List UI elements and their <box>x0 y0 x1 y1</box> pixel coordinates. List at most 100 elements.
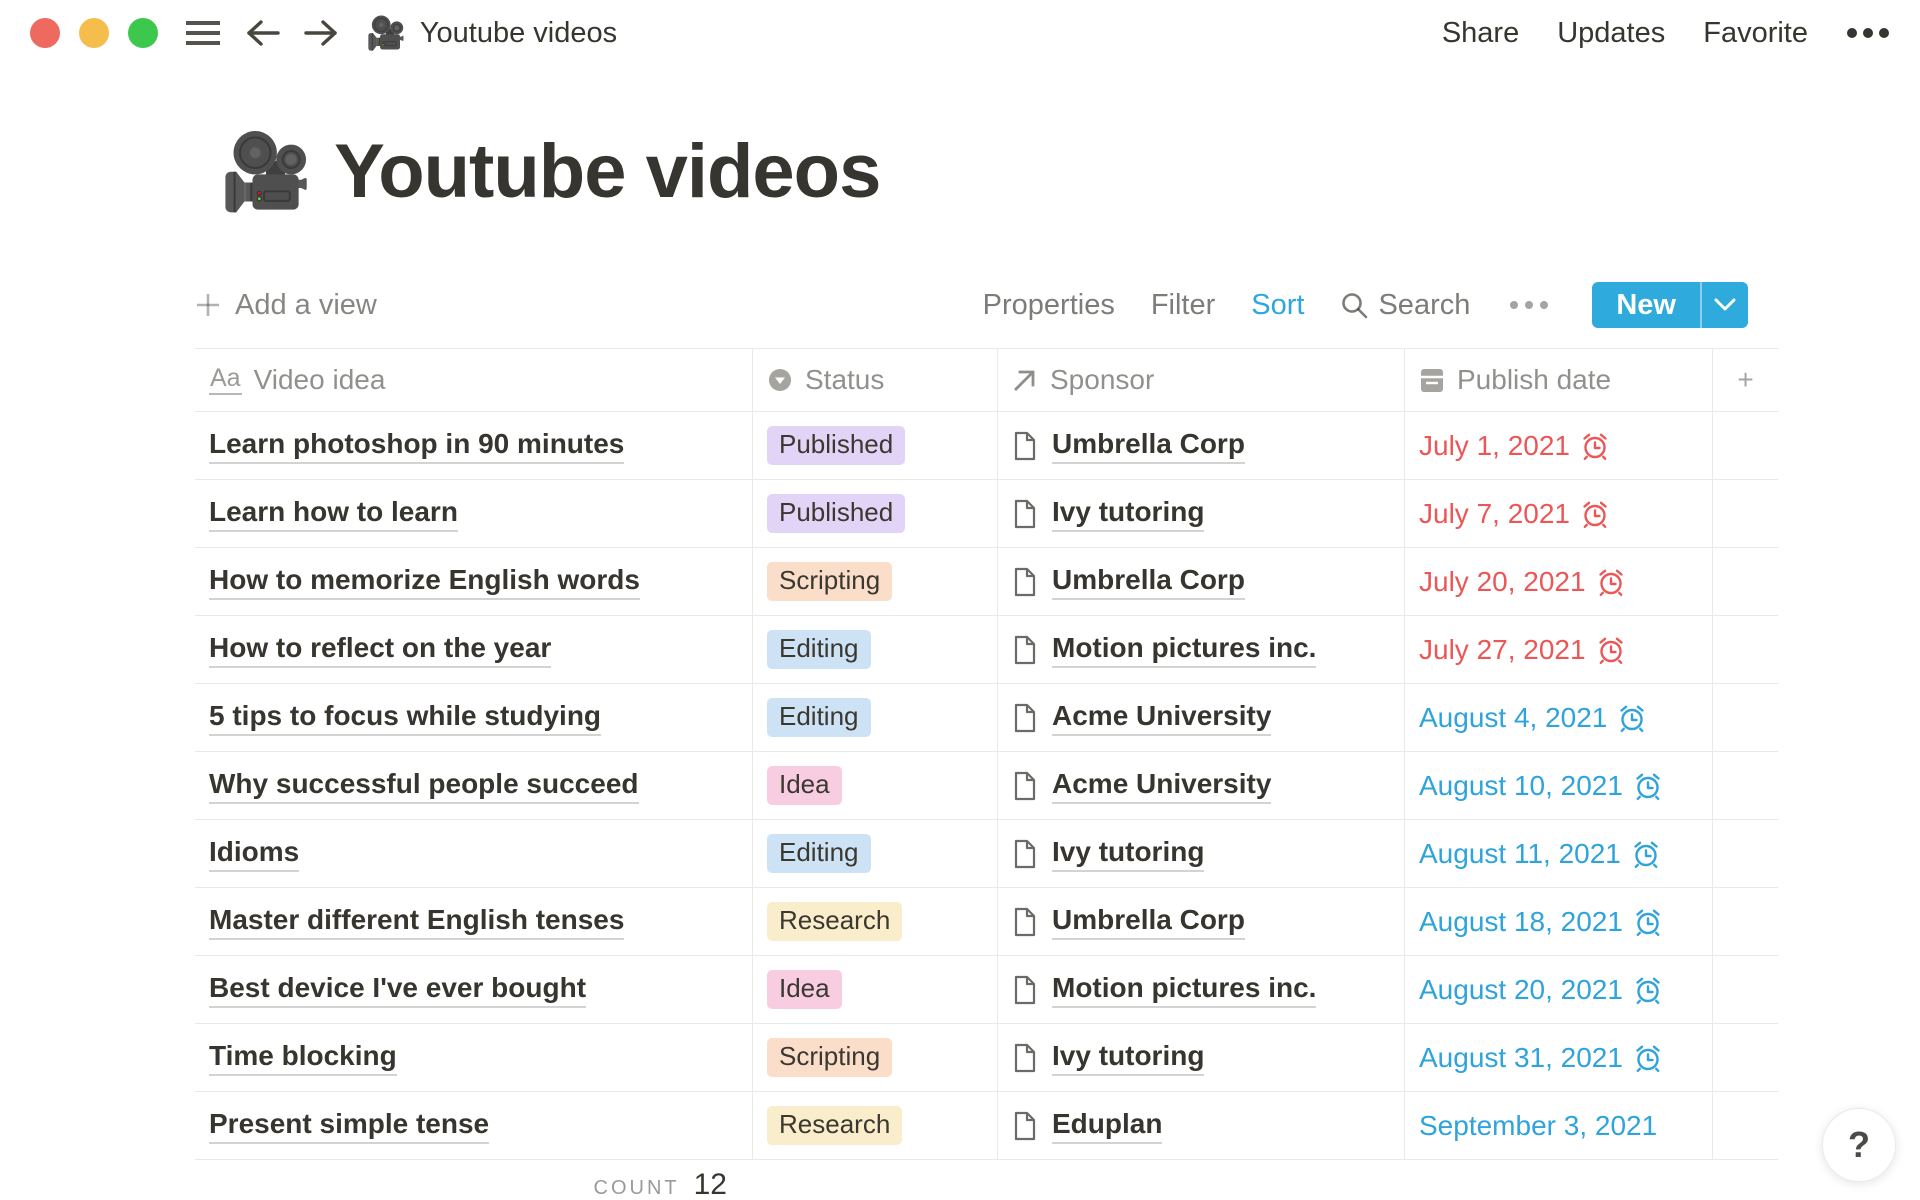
publish-date-cell[interactable]: July 7, 2021 <box>1405 480 1713 547</box>
sponsor-link[interactable]: Ivy tutoring <box>1052 836 1204 872</box>
sponsor-cell[interactable]: Ivy tutoring <box>998 1024 1405 1091</box>
sponsor-link[interactable]: Umbrella Corp <box>1052 904 1245 940</box>
status-cell[interactable]: Research <box>753 1092 998 1159</box>
forward-arrow-icon[interactable] <box>304 19 338 47</box>
status-cell[interactable]: Scripting <box>753 548 998 615</box>
empty-cell[interactable] <box>1713 888 1778 955</box>
status-cell[interactable]: Editing <box>753 684 998 751</box>
column-header-sponsor[interactable]: Sponsor <box>998 349 1405 411</box>
filter-button[interactable]: Filter <box>1151 289 1215 322</box>
video-idea-cell[interactable]: Best device I've ever bought <box>195 956 753 1023</box>
empty-cell[interactable] <box>1713 616 1778 683</box>
status-badge[interactable]: Scripting <box>767 562 892 601</box>
new-button-label[interactable]: New <box>1592 282 1700 328</box>
sponsor-cell[interactable]: Motion pictures inc. <box>998 616 1405 683</box>
more-options-icon[interactable] <box>1846 27 1890 39</box>
status-badge[interactable]: Scripting <box>767 1038 892 1077</box>
sponsor-cell[interactable]: Ivy tutoring <box>998 820 1405 887</box>
video-idea-title[interactable]: Learn how to learn <box>209 496 458 532</box>
publish-date-cell[interactable]: August 4, 2021 <box>1405 684 1713 751</box>
video-idea-cell[interactable]: Time blocking <box>195 1024 753 1091</box>
video-idea-cell[interactable]: Learn how to learn <box>195 480 753 547</box>
sidebar-menu-icon[interactable] <box>184 18 222 48</box>
empty-cell[interactable] <box>1713 752 1778 819</box>
empty-cell[interactable] <box>1713 480 1778 547</box>
sponsor-cell[interactable]: Umbrella Corp <box>998 888 1405 955</box>
video-idea-title[interactable]: 5 tips to focus while studying <box>209 700 601 736</box>
empty-cell[interactable] <box>1713 548 1778 615</box>
video-idea-cell[interactable]: Idioms <box>195 820 753 887</box>
close-window-button[interactable] <box>30 18 60 48</box>
sponsor-link[interactable]: Ivy tutoring <box>1052 496 1204 532</box>
sponsor-cell[interactable]: Motion pictures inc. <box>998 956 1405 1023</box>
video-idea-title[interactable]: Idioms <box>209 836 299 872</box>
publish-date-cell[interactable]: July 1, 2021 <box>1405 412 1713 479</box>
video-idea-title[interactable]: How to reflect on the year <box>209 632 551 668</box>
search-button[interactable]: Search <box>1340 289 1470 322</box>
status-badge[interactable]: Research <box>767 1106 902 1145</box>
video-idea-cell[interactable]: Present simple tense <box>195 1092 753 1159</box>
status-cell[interactable]: Editing <box>753 820 998 887</box>
empty-cell[interactable] <box>1713 684 1778 751</box>
video-idea-cell[interactable]: Master different English tenses <box>195 888 753 955</box>
add-column-button[interactable]: + <box>1713 349 1778 411</box>
sort-button[interactable]: Sort <box>1251 289 1304 322</box>
column-header-status[interactable]: Status <box>753 349 998 411</box>
page-icon-emoji[interactable]: 🎥 <box>220 135 312 209</box>
video-idea-title[interactable]: Best device I've ever bought <box>209 972 586 1008</box>
sponsor-link[interactable]: Umbrella Corp <box>1052 564 1245 600</box>
updates-button[interactable]: Updates <box>1557 17 1665 50</box>
sponsor-link[interactable]: Motion pictures inc. <box>1052 972 1316 1008</box>
status-cell[interactable]: Idea <box>753 956 998 1023</box>
publish-date-cell[interactable]: July 20, 2021 <box>1405 548 1713 615</box>
publish-date-cell[interactable]: August 18, 2021 <box>1405 888 1713 955</box>
status-badge[interactable]: Editing <box>767 698 871 737</box>
back-arrow-icon[interactable] <box>246 19 280 47</box>
share-button[interactable]: Share <box>1442 17 1519 50</box>
status-badge[interactable]: Editing <box>767 834 871 873</box>
empty-cell[interactable] <box>1713 1092 1778 1159</box>
add-view-button[interactable]: Add a view <box>195 289 377 322</box>
video-idea-cell[interactable]: Why successful people succeed <box>195 752 753 819</box>
status-cell[interactable]: Scripting <box>753 1024 998 1091</box>
status-badge[interactable]: Editing <box>767 630 871 669</box>
video-idea-title[interactable]: How to memorize English words <box>209 564 640 600</box>
publish-date-cell[interactable]: September 3, 2021 <box>1405 1092 1713 1159</box>
sponsor-link[interactable]: Motion pictures inc. <box>1052 632 1316 668</box>
sponsor-cell[interactable]: Ivy tutoring <box>998 480 1405 547</box>
status-cell[interactable]: Published <box>753 480 998 547</box>
status-cell[interactable]: Published <box>753 412 998 479</box>
status-badge[interactable]: Published <box>767 494 905 533</box>
status-badge[interactable]: Published <box>767 426 905 465</box>
status-badge[interactable]: Idea <box>767 970 842 1009</box>
video-idea-cell[interactable]: How to reflect on the year <box>195 616 753 683</box>
publish-date-cell[interactable]: August 11, 2021 <box>1405 820 1713 887</box>
chevron-down-icon[interactable] <box>1702 282 1748 328</box>
video-idea-cell[interactable]: 5 tips to focus while studying <box>195 684 753 751</box>
video-idea-title[interactable]: Why successful people succeed <box>209 768 639 804</box>
empty-cell[interactable] <box>1713 956 1778 1023</box>
sponsor-link[interactable]: Acme University <box>1052 768 1271 804</box>
column-header-publish-date[interactable]: Publish date <box>1405 349 1713 411</box>
publish-date-cell[interactable]: August 10, 2021 <box>1405 752 1713 819</box>
sponsor-link[interactable]: Eduplan <box>1052 1108 1162 1144</box>
view-more-options-icon[interactable] <box>1506 301 1552 309</box>
help-button[interactable]: ? <box>1822 1108 1896 1182</box>
status-badge[interactable]: Research <box>767 902 902 941</box>
empty-cell[interactable] <box>1713 412 1778 479</box>
zoom-window-button[interactable] <box>128 18 158 48</box>
video-idea-title[interactable]: Present simple tense <box>209 1108 489 1144</box>
empty-cell[interactable] <box>1713 820 1778 887</box>
column-header-video-idea[interactable]: Aa Video idea <box>195 349 753 411</box>
sponsor-cell[interactable]: Umbrella Corp <box>998 548 1405 615</box>
count-calc-cell[interactable]: COUNT 12 <box>195 1168 753 1200</box>
sponsor-cell[interactable]: Umbrella Corp <box>998 412 1405 479</box>
status-cell[interactable]: Editing <box>753 616 998 683</box>
empty-cell[interactable] <box>1713 1024 1778 1091</box>
breadcrumb-page-title[interactable]: Youtube videos <box>420 17 617 50</box>
status-cell[interactable]: Idea <box>753 752 998 819</box>
page-title[interactable]: Youtube videos <box>334 128 880 215</box>
sponsor-link[interactable]: Acme University <box>1052 700 1271 736</box>
status-badge[interactable]: Idea <box>767 766 842 805</box>
video-idea-title[interactable]: Learn photoshop in 90 minutes <box>209 428 624 464</box>
